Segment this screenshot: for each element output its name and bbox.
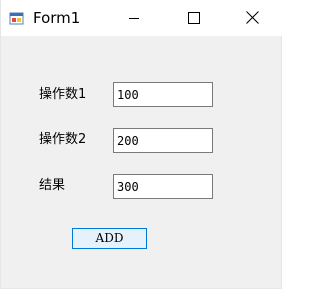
- title-bar[interactable]: Form1: [1, 0, 283, 36]
- maximize-icon: [188, 9, 200, 28]
- winforms-app-icon: [9, 10, 25, 26]
- maximize-button[interactable]: [171, 0, 217, 36]
- operand1-label: 操作数1: [39, 87, 87, 102]
- minimize-icon: [128, 9, 140, 28]
- operand2-label: 操作数2: [39, 132, 87, 147]
- close-button[interactable]: [229, 0, 275, 36]
- operand2-input[interactable]: [113, 128, 213, 153]
- add-button[interactable]: ADD: [72, 228, 147, 249]
- operand1-input[interactable]: [113, 82, 213, 107]
- close-icon: [245, 9, 259, 28]
- window-title: Form1: [33, 9, 81, 27]
- result-input[interactable]: [113, 174, 213, 199]
- form1-window: Form1 操作数1 操作数2: [0, 0, 283, 289]
- result-label: 结果: [39, 178, 66, 193]
- minimize-button[interactable]: [111, 0, 157, 36]
